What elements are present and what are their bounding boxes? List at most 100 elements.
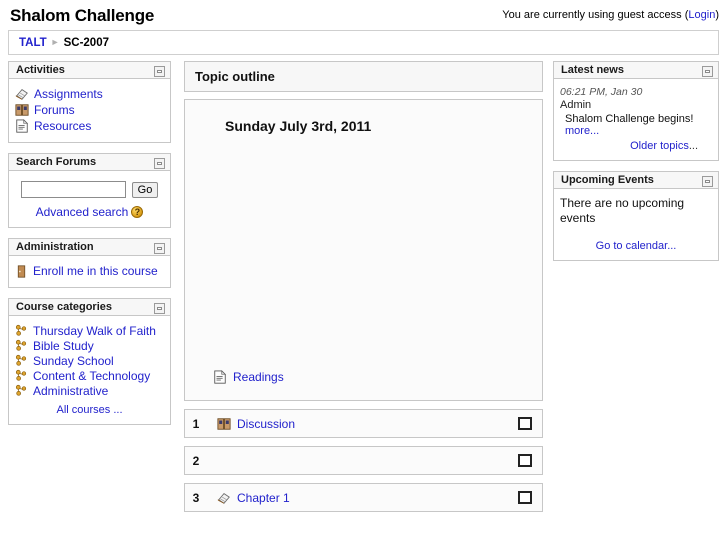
block-activities-body: Assignments Forums Resources xyxy=(8,79,171,143)
block-upcoming-events-body: There are no upcoming events Go to calen… xyxy=(553,189,719,261)
topic-activities: Chapter 1 xyxy=(207,491,542,505)
help-icon[interactable]: ? xyxy=(131,206,144,218)
enrol-user-icon xyxy=(15,264,28,278)
course-category-icon xyxy=(15,369,28,382)
all-courses-row: All courses ... xyxy=(15,398,164,416)
no-events-text: There are no upcoming events xyxy=(560,196,685,225)
block-course-categories-header: Course categories xyxy=(8,298,171,316)
login-info: You are currently using guest access (Lo… xyxy=(502,9,719,21)
course-category-icon xyxy=(15,339,28,352)
block-latest-news-header: Latest news xyxy=(553,61,719,79)
news-more-link[interactable]: more... xyxy=(565,125,599,137)
left-sidebar: Activities Assignments Forums Resources … xyxy=(8,61,171,435)
all-courses-link[interactable]: All courses ... xyxy=(56,404,122,416)
news-subject: Shalom Challenge begins! more... xyxy=(560,113,712,137)
older-topics-suffix: ... xyxy=(688,140,698,152)
assignment-icon xyxy=(217,491,231,505)
advanced-search-row: Advanced search ? xyxy=(15,200,164,219)
block-latest-news-title: Latest news xyxy=(561,64,624,76)
go-to-calendar-row: Go to calendar... xyxy=(560,226,712,252)
collapse-icon[interactable] xyxy=(154,66,165,77)
breadcrumb-item-talt[interactable]: TALT xyxy=(19,37,47,49)
block-upcoming-events-title: Upcoming Events xyxy=(561,174,654,186)
enroll-link[interactable]: Enroll me in this course xyxy=(33,264,158,278)
category-label[interactable]: Bible Study xyxy=(33,339,94,353)
topic-section-1: 1 Discussion xyxy=(184,409,543,438)
topic-0-activity-readings[interactable]: Readings xyxy=(185,370,542,396)
block-latest-news: Latest news 06:21 PM, Jan 30 Admin Shalo… xyxy=(553,61,719,161)
page-header: Shalom Challenge You are currently using… xyxy=(0,0,727,30)
category-label[interactable]: Sunday School xyxy=(33,354,114,368)
category-label[interactable]: Thursday Walk of Faith xyxy=(33,324,156,338)
assignment-icon xyxy=(15,87,29,101)
block-search-forums-body: Go Advanced search ? xyxy=(8,171,171,228)
topic-0-spacer xyxy=(185,134,542,370)
course-category-icon xyxy=(15,324,28,337)
activity-item-assignments[interactable]: Assignments xyxy=(15,86,164,102)
breadcrumb-separator-icon: ► xyxy=(50,37,60,47)
highlight-topic-button[interactable] xyxy=(518,491,532,504)
collapse-icon[interactable] xyxy=(702,176,713,187)
block-activities-header: Activities xyxy=(8,61,171,79)
block-course-categories: Course categories Thursday Walk of Faith… xyxy=(8,298,171,425)
category-item[interactable]: Administrative xyxy=(15,383,164,398)
resource-icon xyxy=(213,370,227,384)
activity-label[interactable]: Resources xyxy=(34,119,91,133)
go-to-calendar-link[interactable]: Go to calendar... xyxy=(596,240,677,252)
login-link[interactable]: Login xyxy=(688,9,715,21)
breadcrumb: TALT ► SC-2007 xyxy=(8,30,719,55)
activity-label[interactable]: Forums xyxy=(34,103,75,117)
block-search-forums-header: Search Forums xyxy=(8,153,171,171)
topic-section-2: 2 xyxy=(184,446,543,475)
block-upcoming-events-header: Upcoming Events xyxy=(553,171,719,189)
forum-icon xyxy=(217,417,231,431)
block-administration-title: Administration xyxy=(16,241,94,253)
course-category-icon xyxy=(15,384,28,397)
guest-access-text: You are currently using guest access xyxy=(502,9,682,21)
block-activities: Activities Assignments Forums Resources xyxy=(8,61,171,143)
older-topics-row: Older topics... xyxy=(560,137,712,152)
resource-icon xyxy=(15,119,29,133)
admin-item-enroll[interactable]: Enroll me in this course xyxy=(15,263,164,279)
collapse-icon[interactable] xyxy=(702,66,713,77)
block-upcoming-events: Upcoming Events There are no upcoming ev… xyxy=(553,171,719,261)
block-search-forums: Search Forums Go Advanced search ? xyxy=(8,153,171,228)
category-item[interactable]: Content & Technology xyxy=(15,368,164,383)
category-label[interactable]: Administrative xyxy=(33,384,108,398)
topic-outline-header: Topic outline xyxy=(184,61,543,92)
category-item[interactable]: Bible Study xyxy=(15,338,164,353)
category-item[interactable]: Thursday Walk of Faith xyxy=(15,323,164,338)
collapse-icon[interactable] xyxy=(154,158,165,169)
activity-item-resources[interactable]: Resources xyxy=(15,118,164,134)
collapse-icon[interactable] xyxy=(154,243,165,254)
topic-section-3: 3 Chapter 1 xyxy=(184,483,543,512)
topic-activities: Discussion xyxy=(207,417,542,431)
course-category-icon xyxy=(15,354,28,367)
block-course-categories-body: Thursday Walk of Faith Bible Study Sunda… xyxy=(8,316,171,425)
block-administration-header: Administration xyxy=(8,238,171,256)
block-course-categories-title: Course categories xyxy=(16,301,112,313)
category-label[interactable]: Content & Technology xyxy=(33,369,150,383)
topic-number: 3 xyxy=(192,490,200,505)
activity-item-forums[interactable]: Forums xyxy=(15,102,164,118)
search-input[interactable] xyxy=(20,181,126,198)
block-administration: Administration Enroll me in this course xyxy=(8,238,171,288)
forum-icon xyxy=(15,103,29,117)
activity-label[interactable]: Chapter 1 xyxy=(237,491,290,505)
news-date: 06:21 PM, Jan 30 xyxy=(560,86,643,98)
highlight-topic-button[interactable] xyxy=(518,454,532,467)
category-item[interactable]: Sunday School xyxy=(15,353,164,368)
block-search-forums-title: Search Forums xyxy=(16,156,97,168)
advanced-search-link[interactable]: Advanced search xyxy=(36,205,129,219)
main-content: Topic outline Sunday July 3rd, 2011 Read… xyxy=(184,61,543,512)
topic-section-0: Sunday July 3rd, 2011 Readings xyxy=(184,99,543,401)
activity-label[interactable]: Assignments xyxy=(34,87,103,101)
highlight-topic-button[interactable] xyxy=(518,417,532,430)
activity-label[interactable]: Discussion xyxy=(237,417,295,431)
search-go-button[interactable]: Go xyxy=(131,181,159,198)
collapse-icon[interactable] xyxy=(154,303,165,314)
topic-number: 1 xyxy=(192,416,200,431)
search-form: Go xyxy=(15,178,164,200)
older-topics-link[interactable]: Older topics xyxy=(630,140,689,152)
activity-label[interactable]: Readings xyxy=(233,370,284,384)
